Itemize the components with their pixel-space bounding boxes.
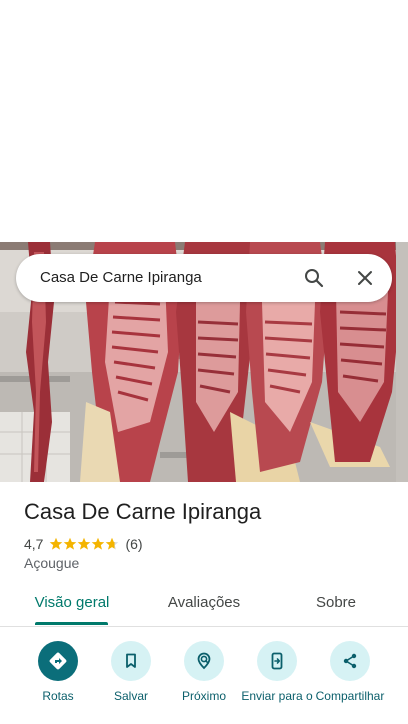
share-icon: [330, 641, 370, 681]
review-count[interactable]: (6): [125, 536, 142, 552]
rating-row[interactable]: 4,7 (6): [24, 535, 143, 553]
send-to-phone-icon: [257, 641, 297, 681]
close-icon[interactable]: [353, 266, 377, 290]
star-icon: [50, 537, 63, 550]
share-label: Compartilhar: [315, 689, 385, 703]
action-buttons: Rotas Salvar Próximo Enviar para o Compa…: [0, 640, 408, 724]
save-button[interactable]: Salvar: [91, 640, 171, 704]
star-icon: [92, 537, 105, 550]
rating-stars: [49, 537, 119, 551]
bookmark-icon: [111, 641, 151, 681]
search-icon[interactable]: [302, 266, 326, 290]
tab-reviews[interactable]: Avaliações: [158, 584, 250, 626]
directions-button[interactable]: Rotas: [18, 640, 98, 704]
star-icon: [78, 537, 91, 550]
search-input[interactable]: Casa De Carne Ipiranga: [40, 269, 202, 286]
share-button[interactable]: Compartilhar: [310, 640, 390, 704]
map-area-blank: [0, 0, 408, 242]
nearby-label: Próximo: [181, 689, 226, 703]
directions-label: Rotas: [42, 689, 74, 703]
directions-icon: [38, 641, 78, 681]
search-bar[interactable]: Casa De Carne Ipiranga: [16, 254, 392, 302]
send-to-phone-button[interactable]: Enviar para o: [237, 640, 317, 704]
nearby-button[interactable]: Próximo: [164, 640, 244, 704]
star-half-icon: [106, 537, 119, 550]
place-title: Casa De Carne Ipiranga: [24, 499, 262, 524]
place-category[interactable]: Açougue: [24, 555, 79, 571]
tab-active-indicator: [35, 622, 108, 625]
place-tabs: Visão geral Avaliações Sobre: [0, 584, 408, 627]
tab-overview[interactable]: Visão geral: [26, 584, 118, 626]
star-icon: [64, 537, 77, 550]
rating-value: 4,7: [24, 536, 44, 552]
send-to-phone-label: Enviar para o: [241, 689, 313, 703]
nearby-icon: [184, 641, 224, 681]
tab-about[interactable]: Sobre: [296, 584, 376, 626]
save-label: Salvar: [113, 689, 148, 703]
